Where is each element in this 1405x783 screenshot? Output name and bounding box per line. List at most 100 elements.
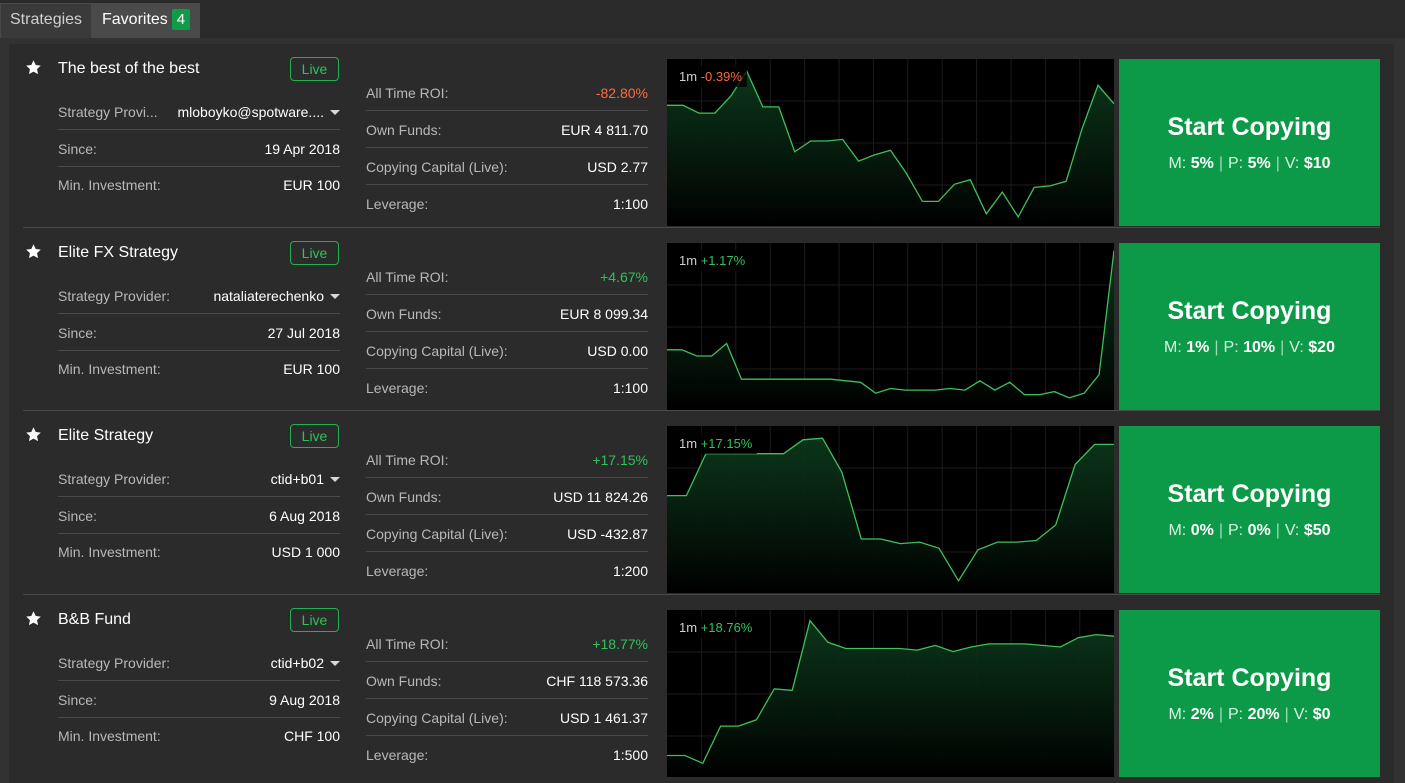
copying-capital-label: Copying Capital (Live):: [366, 526, 508, 542]
provider-dropdown[interactable]: ctid+b02: [271, 655, 340, 671]
provider-value: nataliaterechenko: [213, 288, 324, 304]
since-value: 27 Jul 2018: [267, 325, 340, 341]
p-label: P:: [1227, 155, 1244, 172]
p-label: P:: [1227, 522, 1244, 539]
leverage-field: Leverage: 1:500: [366, 736, 648, 773]
param-divider: |: [1218, 706, 1223, 723]
leverage-value: 1:500: [612, 747, 648, 763]
chevron-down-icon: [330, 661, 340, 666]
chart-period: 1m: [679, 620, 698, 635]
roi-field: All Time ROI: +18.77%: [366, 625, 648, 662]
start-copying-button[interactable]: Start Copying M: 0% | P: 0% | V: $50: [1119, 426, 1380, 593]
favorite-star-icon[interactable]: [25, 243, 42, 260]
performance-chart[interactable]: 1m +1.17%: [667, 243, 1114, 410]
v-value: $0: [1312, 706, 1331, 723]
provider-label: Strategy Provider:: [58, 655, 171, 671]
provider-dropdown[interactable]: nataliaterechenko: [213, 288, 340, 304]
roi-field: All Time ROI: +4.67%: [366, 258, 648, 295]
performance-chart[interactable]: 1m +17.15%: [667, 426, 1114, 593]
provider-label: Strategy Provider:: [58, 288, 171, 304]
start-copying-button[interactable]: Start Copying M: 2% | P: 20% | V: $0: [1119, 610, 1380, 777]
v-label: V:: [1284, 522, 1300, 539]
strategy-name[interactable]: B&B Fund: [58, 611, 131, 629]
min-investment-label: Min. Investment:: [58, 728, 161, 744]
v-label: V:: [1289, 339, 1304, 356]
provider-value: ctid+b02: [270, 655, 324, 671]
own-funds-field: Own Funds: USD 11 824.26: [366, 478, 648, 515]
min-investment-field: Min. Investment: USD 1 000: [58, 533, 340, 570]
favorite-star-icon[interactable]: [25, 426, 42, 443]
start-copying-label: Start Copying: [1167, 113, 1332, 141]
chart-change: +18.76%: [700, 620, 753, 635]
own-funds-field: Own Funds: EUR 4 811.70: [366, 111, 648, 148]
performance-chart[interactable]: 1m -0.39%: [667, 59, 1114, 226]
tab-strategies[interactable]: Strategies: [0, 3, 93, 38]
chart-change: +1.17%: [700, 253, 746, 268]
copying-capital-label: Copying Capital (Live):: [366, 710, 508, 726]
m-label: M:: [1168, 706, 1187, 723]
since-label: Since:: [58, 692, 97, 708]
leverage-field: Leverage: 1:100: [366, 369, 648, 406]
copying-capital-value: USD -432.87: [567, 526, 648, 542]
strategy-name[interactable]: The best of the best: [58, 60, 199, 78]
start-copying-label: Start Copying: [1167, 297, 1332, 325]
min-investment-label: Min. Investment:: [58, 544, 161, 560]
favorite-star-icon[interactable]: [25, 59, 42, 76]
strategy-row: The best of the best Live Strategy Provi…: [23, 44, 1380, 228]
favorites-count-badge: 4: [171, 9, 191, 30]
provider-value: ctid+b01: [270, 471, 324, 487]
copying-capital-field: Copying Capital (Live): USD -432.87: [366, 515, 648, 552]
performance-chart[interactable]: 1m +18.76%: [667, 610, 1114, 777]
roi-label: All Time ROI:: [366, 452, 449, 468]
own-funds-label: Own Funds:: [366, 122, 442, 138]
roi-value: +4.67%: [600, 269, 648, 285]
strategy-name[interactable]: Elite Strategy: [58, 427, 153, 445]
roi-value: +17.15%: [592, 452, 648, 468]
chart-period-label: 1m +18.76%: [674, 617, 758, 638]
own-funds-value: USD 11 824.26: [553, 489, 648, 505]
leverage-label: Leverage:: [366, 380, 429, 396]
min-investment-field: Min. Investment: CHF 100: [58, 717, 340, 754]
provider-field: Strategy Provider: ctid+b01: [58, 460, 340, 497]
provider-dropdown[interactable]: mloboyko@spotware....: [177, 104, 340, 120]
m-label: M:: [1168, 522, 1187, 539]
roi-field: All Time ROI: +17.15%: [366, 441, 648, 478]
favorite-star-icon[interactable]: [25, 610, 42, 627]
start-copying-button[interactable]: Start Copying M: 5% | P: 5% | V: $10: [1119, 59, 1380, 226]
chart-area: [667, 438, 1114, 593]
chart-period: 1m: [679, 253, 698, 268]
own-funds-value: CHF 118 573.36: [546, 673, 648, 689]
provider-value: mloboyko@spotware....: [177, 104, 325, 120]
strategy-name[interactable]: Elite FX Strategy: [58, 244, 178, 262]
m-value: 5%: [1190, 155, 1214, 172]
param-divider: |: [1284, 706, 1289, 723]
provider-label: Strategy Provider:: [58, 471, 171, 487]
start-copying-label: Start Copying: [1167, 664, 1332, 692]
leverage-field: Leverage: 1:100: [366, 185, 648, 222]
provider-field: Strategy Provider: ctid+b02: [58, 644, 340, 681]
v-label: V:: [1293, 706, 1309, 723]
chart-area: [667, 71, 1114, 226]
provider-dropdown[interactable]: ctid+b01: [271, 471, 340, 487]
min-investment-value: EUR 100: [283, 361, 340, 377]
start-copying-button[interactable]: Start Copying M: 1% | P: 10% | V: $20: [1119, 243, 1380, 410]
m-value: 1%: [1186, 339, 1210, 356]
leverage-value: 1:200: [612, 563, 648, 579]
copying-capital-value: USD 0.00: [587, 343, 648, 359]
own-funds-value: EUR 4 811.70: [561, 122, 648, 138]
since-field: Since: 27 Jul 2018: [58, 314, 340, 351]
v-value: $10: [1303, 155, 1331, 172]
chart-area: [667, 620, 1114, 777]
since-value: 19 Apr 2018: [264, 141, 340, 157]
v-value: $50: [1303, 522, 1331, 539]
copying-capital-label: Copying Capital (Live):: [366, 343, 508, 359]
chart-period: 1m: [679, 69, 698, 84]
tab-favorites[interactable]: Favorites 4: [92, 3, 201, 38]
chevron-down-icon: [330, 294, 340, 299]
live-badge: Live: [290, 241, 339, 265]
param-divider: |: [1280, 339, 1285, 356]
param-divider: |: [1275, 522, 1280, 539]
chart-period-label: 1m -0.39%: [674, 66, 747, 87]
tab-favorites-label: Favorites: [102, 11, 168, 28]
min-investment-label: Min. Investment:: [58, 177, 161, 193]
